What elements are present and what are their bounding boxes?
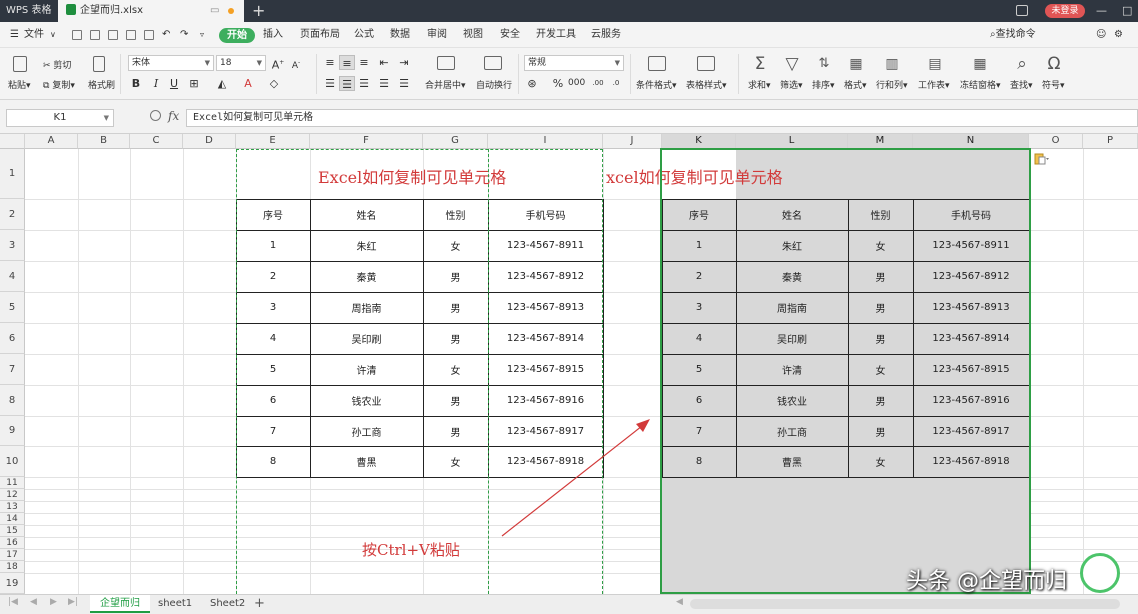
- wps-window: WPS 表格 企望而归.xlsx ▭ + 未登录 — □ ☰ 文件 ∨ ↶ ↷ …: [0, 0, 1138, 614]
- sheet-tab[interactable]: sheet1: [148, 595, 202, 613]
- horizontal-scrollbar[interactable]: [690, 599, 1120, 609]
- sheet-tab[interactable]: Sheet2: [200, 595, 255, 613]
- prev-sheet-icon[interactable]: ◀: [30, 597, 37, 607]
- sheet-tab-bar: |◀ ◀ ▶ ▶| 企望而归 sheet1 Sheet2 + ◀: [0, 594, 1138, 614]
- last-sheet-icon[interactable]: ▶|: [68, 597, 78, 607]
- sheet-tab-active[interactable]: 企望而归: [90, 595, 150, 613]
- watermark-logo: [1080, 553, 1120, 593]
- add-sheet-button[interactable]: +: [254, 595, 265, 612]
- scroll-left-icon[interactable]: ◀: [676, 597, 683, 607]
- next-sheet-icon[interactable]: ▶: [50, 597, 57, 607]
- watermark-text: 头条 @企望而归: [906, 569, 1067, 594]
- annotation-arrow: [501, 419, 650, 537]
- first-sheet-icon[interactable]: |◀: [8, 597, 18, 607]
- annotation-text: 按Ctrl+V粘贴: [362, 541, 460, 559]
